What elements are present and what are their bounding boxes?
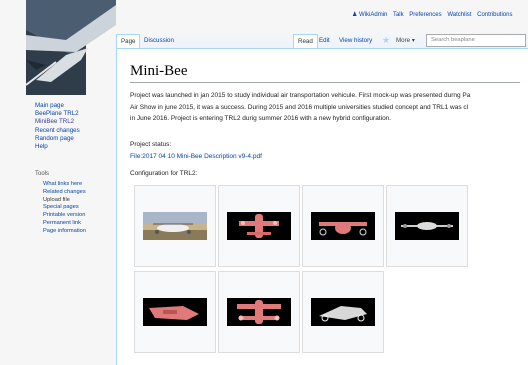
tab-edit[interactable]: Edit [315,34,334,48]
user-name: WikiAdmin [359,12,388,18]
render-silver-thumbnail [311,298,375,326]
title-divider [130,82,528,83]
tool-what-links-here[interactable]: What links here [43,181,86,189]
render-top-view-thumbnail [227,298,291,326]
gallery-item[interactable] [386,185,468,267]
article-paragraph: Project was launched in jan 2015 to stud… [130,90,528,125]
sidebar-item-recent-changes[interactable]: Recent changes [35,127,80,135]
tools-list: What links here Related changes Upload f… [43,181,86,236]
user-link[interactable]: ♟ WikiAdmin [352,12,387,18]
configuration-label: Configuration for TRL2: [130,170,198,177]
paragraph-line: in June 2016. Project is entering TRL2 d… [130,115,392,122]
page-title: Mini-Bee [130,63,188,79]
sidebar-item-main-page[interactable]: Main page [35,102,80,110]
description-pdf-link[interactable]: File:2017 04 10 Mini-Bee Description v9-… [130,153,262,160]
render-front-thumbnail [311,212,375,240]
tool-printable-version[interactable]: Printable version [43,212,86,220]
sidebar: Main page BeePlane TRL2 MiniBee TRL2 Rec… [26,0,116,365]
tool-special-pages[interactable]: Special pages [43,204,86,212]
chevron-down-icon: ▾ [411,37,415,44]
mockup-photo-thumbnail [143,212,207,240]
sidebar-item-minibee-trl2[interactable]: MiniBee TRL2 [35,118,80,126]
preferences-link[interactable]: Preferences [409,12,441,18]
sidebar-item-beeplane-trl2[interactable]: BeePlane TRL2 [35,110,80,118]
sidebar-navigation: Main page BeePlane TRL2 MiniBee TRL2 Rec… [35,102,80,151]
search-input[interactable]: Search beaplane [426,34,526,47]
gallery-item[interactable] [302,271,384,353]
gallery-item[interactable] [134,271,216,353]
gallery-item[interactable] [134,185,216,267]
watch-star-icon[interactable]: ★ [382,34,390,47]
more-menu[interactable]: More ▾ [396,34,415,48]
tool-page-information[interactable]: Page information [43,228,86,236]
content-edge [520,60,528,365]
gallery-item[interactable] [218,185,300,267]
tool-permanent-link[interactable]: Permanent link [43,220,86,228]
tool-upload-file[interactable]: Upload file [43,197,86,205]
talk-link[interactable]: Talk [393,12,404,18]
watchlist-link[interactable]: Watchlist [447,12,471,18]
tools-heading[interactable]: Tools [35,171,49,177]
sidebar-item-random-page[interactable]: Random page [35,135,80,143]
project-status-label: Project status: [130,141,172,148]
paragraph-line: Air Show in june 2015, it was a success.… [130,103,469,111]
contributions-link[interactable]: Contributions [477,12,512,18]
gallery-item[interactable] [218,271,300,353]
personal-tools: ♟ WikiAdmin Talk Preferences Watchlist C… [352,11,516,18]
render-side-thumbnail [395,212,459,240]
sidebar-item-help[interactable]: Help [35,143,80,151]
tab-view-history[interactable]: View history [335,34,376,48]
more-label: More [396,37,411,44]
render-perspective-thumbnail [143,298,207,326]
wiki-page: Main page BeePlane TRL2 MiniBee TRL2 Rec… [0,0,528,365]
tab-discussion[interactable]: Discussion [140,34,178,48]
tab-page[interactable]: Page [116,34,141,48]
render-top-thumbnail [227,212,291,240]
gallery-item[interactable] [302,185,384,267]
paragraph-line: Project was launched in jan 2015 to stud… [130,92,471,99]
tool-related-changes[interactable]: Related changes [43,189,86,197]
